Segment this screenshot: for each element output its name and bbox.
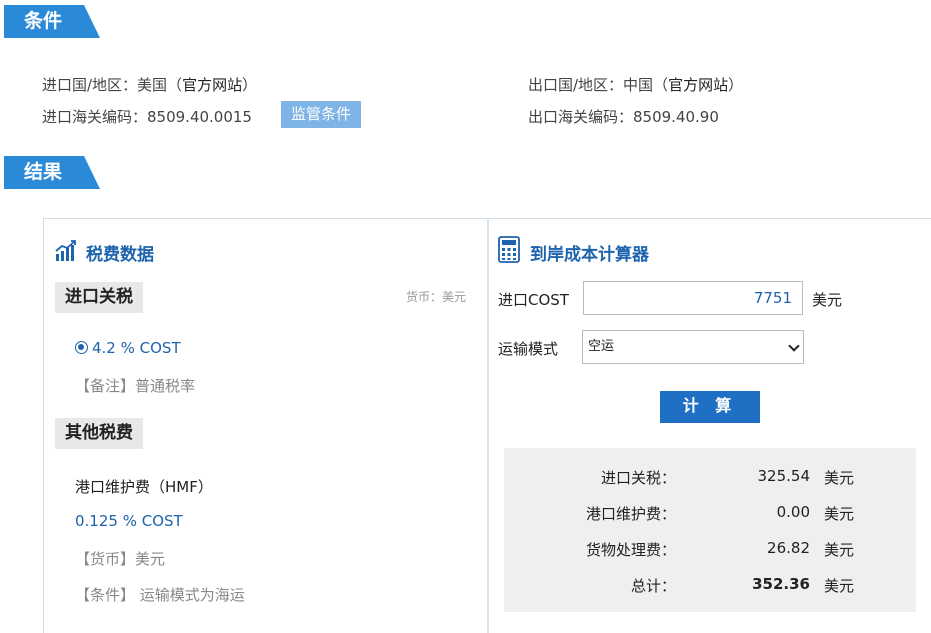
rate-option-label: 4.2 % COST <box>92 339 181 357</box>
chevron-down-icon <box>788 340 800 352</box>
import-hs-code: 进口海关编码：8509.40.0015 <box>42 108 252 126</box>
transport-mode-label: 运输模式 <box>498 340 559 358</box>
handling-result-label: 货物处理费： <box>585 541 676 559</box>
export-country-end: ） <box>728 76 744 94</box>
handling-result-unit: 美元 <box>824 541 855 559</box>
total-result-unit: 美元 <box>824 577 855 595</box>
hmf-result-value: 0.00 <box>776 503 810 521</box>
rate-radio[interactable] <box>75 341 88 354</box>
hmf-currency: 【货币】美元 <box>75 550 166 568</box>
import-country-end: ） <box>242 76 258 94</box>
import-duty-result-unit: 美元 <box>824 469 855 487</box>
import-country-line: 进口国/地区：美国（官方网站） <box>42 74 257 95</box>
import-country-label: 进口国/地区：美国（ <box>42 76 183 94</box>
import-duty-heading: 进口关税 <box>55 282 143 313</box>
hmf-result-unit: 美元 <box>824 505 855 523</box>
hmf-condition: 【条件】 运输模式为海运 <box>75 586 245 604</box>
results-section-tab: 结果 <box>4 156 100 189</box>
hmf-result-label: 港口维护费： <box>585 505 676 523</box>
hmf-rate: 0.125 % COST <box>75 512 183 530</box>
calculator-title: 到岸成本计算器 <box>530 245 649 265</box>
cost-input[interactable] <box>583 281 803 315</box>
panel-divider <box>487 218 489 633</box>
results-summary: 进口关税： 325.54 美元 港口维护费： 0.00 美元 货物处理费： 26… <box>504 448 916 612</box>
import-official-site-link[interactable]: 官方网站 <box>182 76 242 94</box>
other-fees-heading: 其他税费 <box>55 418 143 449</box>
import-duty-result-value: 325.54 <box>757 467 811 485</box>
handling-result-value: 26.82 <box>767 539 810 557</box>
total-result-value: 352.36 <box>752 575 810 593</box>
export-official-site-link[interactable]: 官方网站 <box>668 76 728 94</box>
currency-note: 货币：美元 <box>406 290 467 304</box>
transport-mode-value: 空运 <box>588 339 615 354</box>
total-result-label: 总计： <box>630 577 676 595</box>
conditions-section-tab: 条件 <box>4 5 100 38</box>
export-country-line: 出口国/地区：中国（官方网站） <box>528 74 743 95</box>
remark-text: 【备注】普通税率 <box>75 377 196 395</box>
cost-label: 进口COST <box>498 291 569 309</box>
regulatory-conditions-button[interactable]: 监管条件 <box>281 101 361 128</box>
import-duty-result-label: 进口关税： <box>600 469 676 487</box>
chart-trend-icon <box>55 240 76 261</box>
transport-mode-select[interactable]: 空运 <box>582 330 804 364</box>
cost-unit: 美元 <box>812 291 843 309</box>
export-country-label: 出口国/地区：中国（ <box>528 76 669 94</box>
export-hs-code: 出口海关编码：8509.40.90 <box>528 108 719 126</box>
calculator-icon <box>498 236 520 263</box>
tax-data-title: 税费数据 <box>86 245 154 265</box>
calculate-button[interactable]: 计 算 <box>660 391 760 423</box>
hmf-name: 港口维护费（HMF） <box>75 478 213 496</box>
